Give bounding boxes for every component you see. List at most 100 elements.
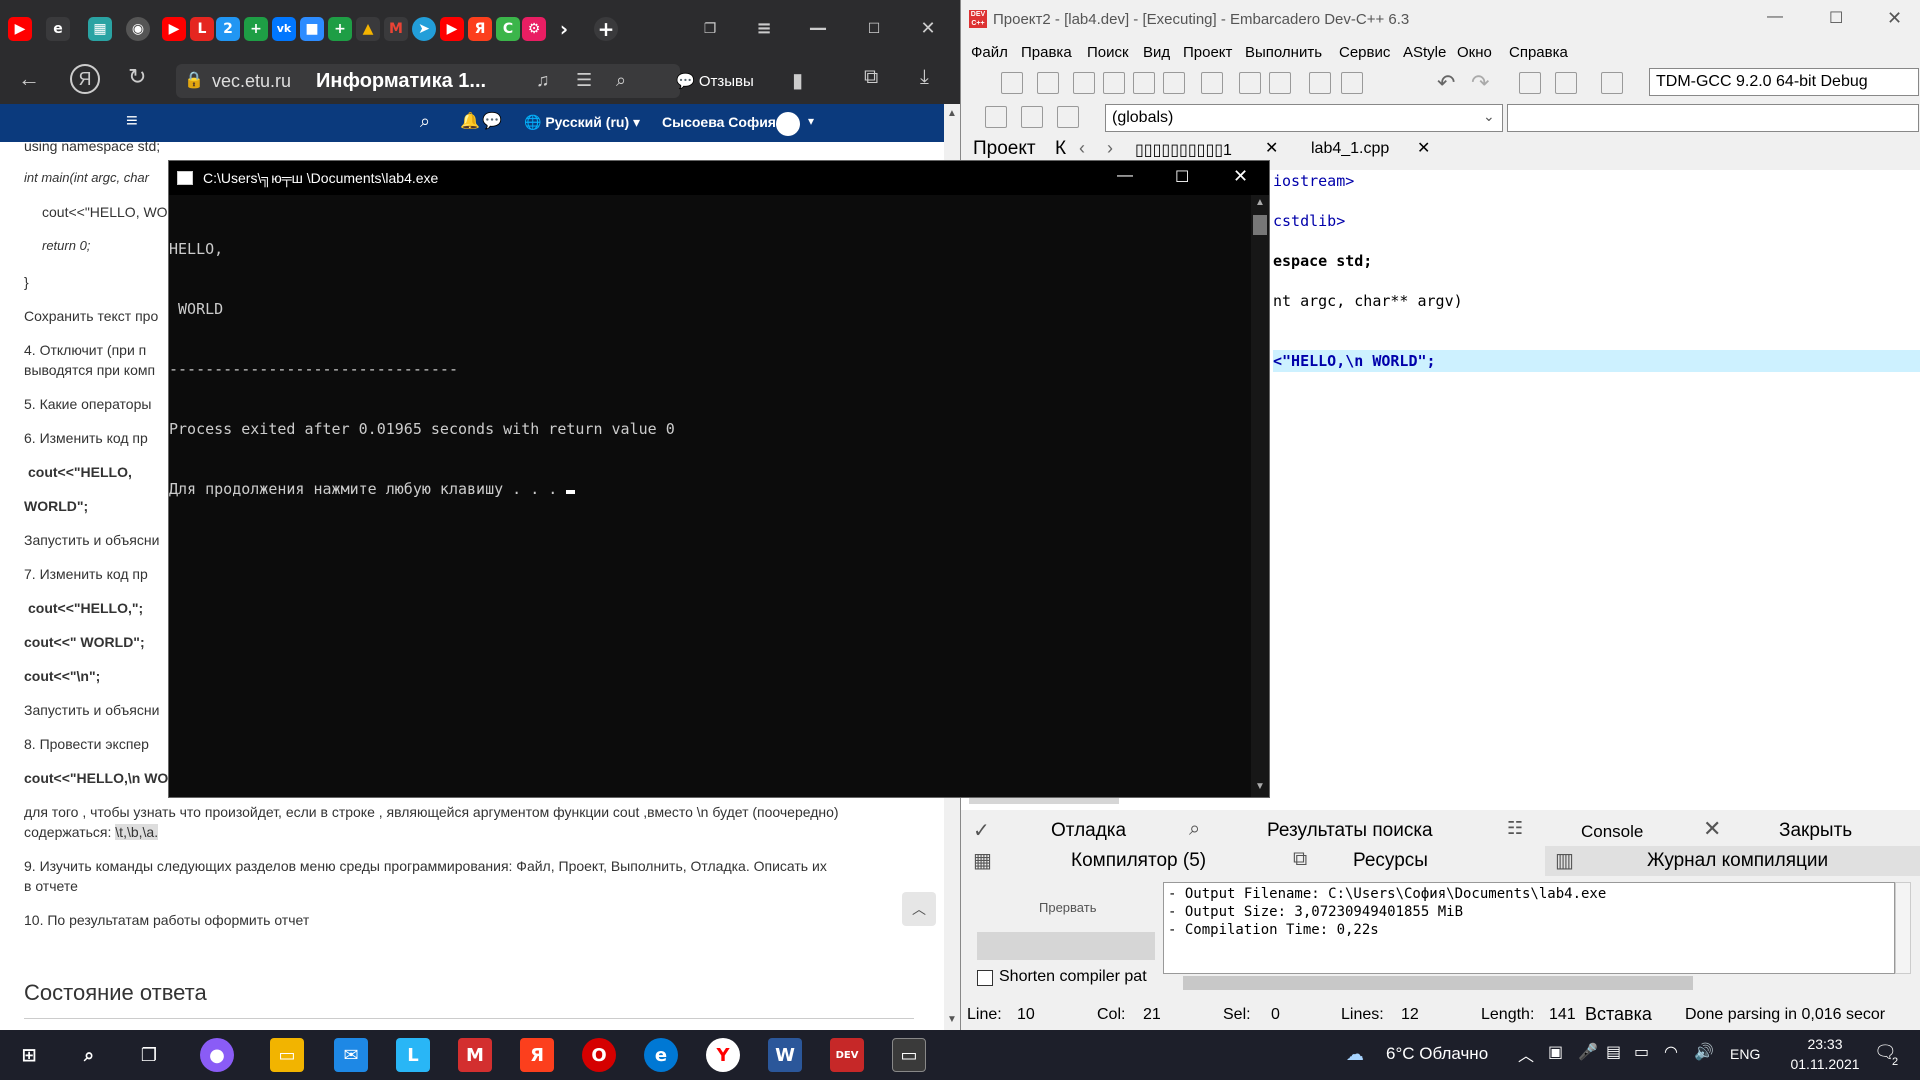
- minimize-icon[interactable]: —: [806, 17, 830, 41]
- telegram-tab-icon[interactable]: ➤: [412, 17, 436, 41]
- scroll-to-top-button[interactable]: ︿: [902, 892, 936, 926]
- close-all-icon[interactable]: [1163, 72, 1185, 94]
- wifi-icon[interactable]: ◠: [1664, 1042, 1678, 1062]
- alice-icon[interactable]: ●: [200, 1038, 234, 1072]
- compiler-select[interactable]: TDM-GCC 9.2.0 64-bit Debug: [1649, 68, 1919, 96]
- chevron-left-icon[interactable]: ‹: [1079, 138, 1085, 159]
- vk-tab-icon[interactable]: vk: [272, 17, 296, 41]
- volume-icon[interactable]: 🔊: [1694, 1042, 1714, 1062]
- maximize-icon[interactable]: ☐: [1175, 167, 1189, 187]
- download-icon[interactable]: ⤓: [920, 66, 929, 89]
- avatar[interactable]: [776, 112, 800, 136]
- menu-file[interactable]: Файл: [971, 44, 1008, 61]
- display-icon[interactable]: ▤: [1606, 1042, 1621, 1062]
- edge-icon[interactable]: e: [644, 1038, 678, 1072]
- abort-button[interactable]: Прервать: [1039, 900, 1096, 915]
- drive-tab-icon[interactable]: ▲: [356, 17, 380, 41]
- weather-text[interactable]: 6°C Облачно: [1386, 1044, 1488, 1064]
- unindent-icon[interactable]: [1341, 72, 1363, 94]
- console-taskbar-icon[interactable]: ▭: [892, 1038, 926, 1072]
- mcafee-icon[interactable]: M: [458, 1038, 492, 1072]
- collections-icon[interactable]: ⧉: [864, 66, 878, 89]
- menu-edit[interactable]: Правка: [1021, 44, 1072, 61]
- file-tab-lab4-1[interactable]: lab4_1.cpp: [1311, 140, 1389, 158]
- log-hscrollbar[interactable]: [1183, 976, 1693, 990]
- url-field[interactable]: 🔒 vec.etu.ru Информатика 1... ♫ ☰ ⌕: [176, 64, 680, 98]
- scroll-thumb[interactable]: [1253, 215, 1267, 235]
- undo-icon[interactable]: ↶: [1437, 70, 1455, 96]
- close-icon[interactable]: ✕: [1887, 8, 1902, 29]
- language-indicator[interactable]: ENG: [1730, 1046, 1760, 1062]
- bell-icon[interactable]: 🔔: [460, 111, 480, 131]
- minimize-icon[interactable]: —: [1767, 8, 1783, 26]
- language-menu[interactable]: 🌐 Русский (ru) ▾: [524, 114, 640, 131]
- find-icon[interactable]: [1239, 72, 1261, 94]
- youtube-tab-icon[interactable]: ▶: [440, 17, 464, 41]
- yandex-browser-icon[interactable]: Я: [520, 1038, 554, 1072]
- print-icon[interactable]: [1201, 72, 1223, 94]
- save-icon[interactable]: [1073, 72, 1095, 94]
- yandex-icon[interactable]: Y: [706, 1038, 740, 1072]
- two-tab-icon[interactable]: 2: [216, 17, 240, 41]
- tab-console[interactable]: Console: [1581, 822, 1643, 842]
- close-icon[interactable]: ✕: [916, 17, 940, 41]
- scroll-down-icon[interactable]: ▼: [947, 1014, 957, 1025]
- c-tab-icon[interactable]: C: [496, 17, 520, 41]
- console-window[interactable]: C:\Users\╗ю╤ш \Documents\lab4.exe — ☐ ✕ …: [168, 160, 1270, 798]
- redo-icon[interactable]: ↷: [1471, 70, 1489, 96]
- menu-tools[interactable]: Сервис: [1339, 44, 1390, 61]
- chevron-down-icon[interactable]: ⌄: [1483, 108, 1495, 125]
- bookmark-icon[interactable]: ▮: [792, 68, 803, 93]
- minimize-icon[interactable]: —: [1117, 167, 1133, 185]
- tab-classes[interactable]: К: [1055, 138, 1066, 160]
- goto-line-icon[interactable]: [1555, 72, 1577, 94]
- site-tab-icon[interactable]: ▦: [88, 17, 112, 41]
- bookmarks-icon[interactable]: [1057, 106, 1079, 128]
- close-tab-icon[interactable]: ✕: [1417, 138, 1430, 158]
- open-icon[interactable]: [1037, 72, 1059, 94]
- class-browser-icon[interactable]: [985, 106, 1007, 128]
- bookmarks-icon[interactable]: ❐: [698, 17, 722, 41]
- chevron-right-icon[interactable]: ›: [1107, 138, 1113, 159]
- active-tab-icon[interactable]: ◉: [126, 17, 150, 41]
- headphones-icon[interactable]: ♫: [536, 70, 550, 91]
- tab-search-results[interactable]: Результаты поиска: [1267, 820, 1433, 842]
- search-icon[interactable]: ⌕: [420, 111, 430, 132]
- clock[interactable]: 23:33 01.11.2021: [1790, 1036, 1860, 1072]
- windows-start-icon[interactable]: ⊞: [12, 1038, 46, 1072]
- scroll-down-icon[interactable]: ▼: [1255, 781, 1265, 792]
- shorten-checkbox[interactable]: [977, 970, 993, 986]
- plus-tab-icon[interactable]: +: [328, 17, 352, 41]
- tab-compiler[interactable]: Компилятор (5): [1071, 850, 1206, 872]
- goto-icon[interactable]: [1519, 72, 1541, 94]
- yandex-tab-icon[interactable]: Я: [468, 17, 492, 41]
- scope-select[interactable]: (globals): [1105, 104, 1503, 132]
- maximize-icon[interactable]: ☐: [862, 17, 886, 41]
- tab-resources[interactable]: Ресурсы: [1353, 850, 1428, 872]
- youtube-tab-icon[interactable]: ▶: [8, 17, 32, 41]
- console-scrollbar[interactable]: ▲ ▼: [1251, 195, 1269, 797]
- plus-tab-icon[interactable]: +: [244, 17, 268, 41]
- opera-icon[interactable]: O: [582, 1038, 616, 1072]
- chat-icon[interactable]: 💬: [482, 111, 502, 131]
- menu-icon[interactable]: ≡: [752, 17, 776, 41]
- bookmark-toggle-icon[interactable]: [1601, 72, 1623, 94]
- menu-project[interactable]: Проект: [1183, 44, 1232, 61]
- menu-window[interactable]: Окно: [1457, 44, 1492, 61]
- back-icon[interactable]: ←: [18, 66, 40, 92]
- mail-icon[interactable]: ✉: [334, 1038, 368, 1072]
- menu-search[interactable]: Поиск: [1087, 44, 1129, 61]
- add-bookmark-icon[interactable]: [1021, 106, 1043, 128]
- close-tab-icon[interactable]: ✕: [1265, 138, 1278, 158]
- explorer-icon[interactable]: ▭: [270, 1038, 304, 1072]
- close-icon[interactable]: ✕: [1703, 816, 1721, 842]
- l-tab-icon[interactable]: L: [190, 17, 214, 41]
- reader-icon[interactable]: ☰: [576, 70, 592, 91]
- devcpp-taskbar-icon[interactable]: DEV: [830, 1038, 864, 1072]
- chevron-up-icon[interactable]: ︿: [1518, 1042, 1534, 1066]
- replace-icon[interactable]: [1269, 72, 1291, 94]
- close-file-icon[interactable]: [1133, 72, 1155, 94]
- edge-tab-icon[interactable]: e: [46, 17, 70, 41]
- task-view-icon[interactable]: ❐: [132, 1038, 166, 1072]
- maximize-icon[interactable]: ☐: [1829, 8, 1843, 28]
